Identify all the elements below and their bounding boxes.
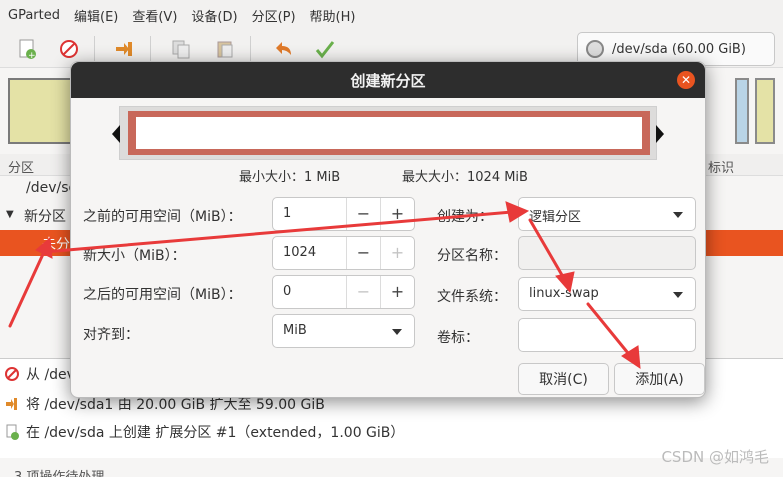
chevron-down-icon <box>673 292 683 298</box>
expander-icon[interactable]: ▼ <box>6 209 14 220</box>
partition-resizer[interactable] <box>112 106 664 160</box>
menu-partition[interactable]: 分区(P) <box>252 6 296 25</box>
create-partition-dialog: 创建新分区 ✕ 最小大小：1 MiB 最大大小：1024 MiB 之前的可用空间… <box>70 61 706 398</box>
new-size-value[interactable]: 1024 <box>283 245 316 260</box>
increment-button[interactable]: + <box>380 276 414 308</box>
cancel-button[interactable]: 取消(C) <box>518 363 609 395</box>
volume-label-field[interactable] <box>518 318 696 352</box>
left-handle-icon[interactable] <box>112 125 120 143</box>
list-item[interactable]: 从 /dev <box>4 361 75 387</box>
volume-label-label: 卷标： <box>437 330 479 346</box>
paste-icon[interactable] <box>214 38 236 60</box>
free-before-label: 之前的可用空间（MiB）： <box>83 209 242 225</box>
filesystem-label: 文件系统： <box>437 289 507 305</box>
create-as-label: 创建为： <box>437 209 493 225</box>
dialog-title: 创建新分区 <box>350 71 426 90</box>
partition-block[interactable] <box>755 78 775 144</box>
free-after-spinner[interactable]: 0 − + <box>272 275 415 309</box>
menu-edit[interactable]: 编辑(E) <box>74 6 118 25</box>
device-label: /dev/sda (60.00 GiB) <box>612 41 746 57</box>
min-size-label: 最小大小：1 MiB <box>239 170 341 185</box>
free-before-spinner[interactable]: 1 − + <box>272 197 415 231</box>
partition-block[interactable] <box>735 78 749 144</box>
disk-icon <box>586 40 604 58</box>
decrement-button[interactable]: − <box>346 198 380 230</box>
free-after-label: 之后的可用空间（MiB）： <box>83 287 242 303</box>
resize-move-icon[interactable] <box>114 38 136 60</box>
partition-bar-fill <box>136 117 642 149</box>
add-button[interactable]: 添加(A) <box>614 363 705 395</box>
new-size-spinner[interactable]: 1024 − + <box>272 236 415 270</box>
status-bar: 3 项操作待处理 <box>14 466 104 477</box>
close-icon[interactable]: ✕ <box>677 71 695 89</box>
watermark: CSDN @如鸿毛 <box>661 448 769 466</box>
menu-help[interactable]: 帮助(H) <box>310 6 356 25</box>
increment-button[interactable]: + <box>380 198 414 230</box>
menu-view[interactable]: 查看(V) <box>132 6 177 25</box>
copy-icon[interactable] <box>170 38 192 60</box>
delete-icon[interactable] <box>58 38 80 60</box>
increment-button[interactable]: + <box>380 237 414 269</box>
menubar: GParted 编辑(E) 查看(V) 设备(D) 分区(P) 帮助(H) <box>0 0 783 30</box>
resize-move-icon <box>4 396 20 412</box>
decrement-button[interactable]: − <box>346 237 380 269</box>
delete-icon <box>4 366 20 382</box>
decrement-button[interactable]: − <box>346 276 380 308</box>
undo-icon[interactable] <box>272 38 294 60</box>
svg-text:+: + <box>28 51 36 60</box>
partition-name-field[interactable] <box>518 236 696 270</box>
apply-icon[interactable] <box>314 38 336 60</box>
list-item[interactable]: 在 /dev/sda 上创建 扩展分区 #1（extended，1.00 GiB… <box>4 419 404 445</box>
column-flags[interactable]: 标识 <box>708 157 734 176</box>
new-partition-icon <box>4 424 20 440</box>
menu-device[interactable]: 设备(D) <box>191 6 237 25</box>
max-size-label: 最大大小：1024 MiB <box>402 170 528 185</box>
free-before-value[interactable]: 1 <box>283 206 291 221</box>
right-handle-icon[interactable] <box>656 125 664 143</box>
new-size-label: 新大小（MiB）： <box>83 248 186 264</box>
app-menu[interactable]: GParted <box>8 8 60 23</box>
align-label: 对齐到： <box>83 327 139 343</box>
align-select[interactable]: MiB <box>272 314 415 348</box>
partition-bar[interactable] <box>128 111 650 155</box>
partition-block[interactable] <box>8 78 74 144</box>
chevron-down-icon <box>392 329 402 335</box>
partition-name-label: 分区名称： <box>437 248 507 264</box>
column-partition[interactable]: 分区 <box>8 157 34 176</box>
dialog-titlebar: 创建新分区 ✕ <box>71 62 705 98</box>
chevron-down-icon <box>673 212 683 218</box>
create-as-select[interactable]: 逻辑分区 <box>518 197 696 231</box>
free-after-value[interactable]: 0 <box>283 284 291 299</box>
new-partition-icon[interactable]: + <box>16 38 38 60</box>
filesystem-select[interactable]: linux-swap <box>518 277 696 311</box>
